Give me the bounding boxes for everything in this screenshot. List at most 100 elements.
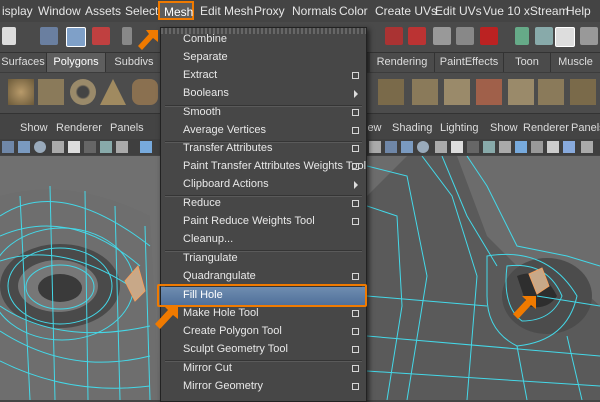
select-object-icon[interactable] bbox=[66, 27, 86, 47]
arrow-to-fill-hole-icon bbox=[155, 306, 178, 329]
snap-to-grid-icon[interactable] bbox=[385, 27, 403, 45]
option-box-icon[interactable] bbox=[352, 145, 359, 152]
render-icon[interactable] bbox=[515, 27, 529, 45]
menu-item-separate[interactable]: Separate bbox=[161, 49, 366, 67]
insert-edge-loop-icon[interactable] bbox=[508, 79, 534, 105]
main-menubar: isplay Window Assets Select Mesh Edit Me… bbox=[0, 0, 600, 23]
menu-item-label: Smooth bbox=[183, 106, 221, 118]
menu-assets[interactable]: Assets bbox=[85, 4, 121, 18]
option-box-icon[interactable] bbox=[352, 200, 359, 207]
merge-vertices-icon[interactable] bbox=[538, 79, 564, 105]
poly-cylinder-icon[interactable] bbox=[132, 79, 158, 105]
menu-item-mirror-geometry[interactable]: Mirror Geometry bbox=[161, 378, 366, 396]
menu-window[interactable]: Window bbox=[38, 4, 81, 18]
option-box-icon[interactable] bbox=[352, 109, 359, 116]
option-box-icon[interactable] bbox=[352, 273, 359, 280]
menu-display[interactable]: isplay bbox=[2, 4, 33, 18]
left-menu-show[interactable]: Show bbox=[20, 122, 48, 134]
menu-item-paint-transfer-attributes[interactable]: Paint Transfer Attributes Weights Tool bbox=[161, 158, 366, 176]
tab-toon[interactable]: Toon bbox=[504, 53, 551, 72]
menu-item-smooth[interactable]: Smooth bbox=[161, 104, 366, 122]
hypershade-icon[interactable] bbox=[580, 27, 598, 45]
left-panel-toolbar-icons[interactable] bbox=[0, 139, 160, 155]
menu-item-label: Average Vertices bbox=[183, 124, 266, 136]
menu-edit-mesh[interactable]: Edit Mesh bbox=[200, 4, 253, 18]
menu-color[interactable]: Color bbox=[339, 4, 368, 18]
option-box-icon[interactable] bbox=[352, 383, 359, 390]
menu-item-sculpt-geometry-tool[interactable]: Sculpt Geometry Tool bbox=[161, 341, 366, 359]
snap-to-plane-icon[interactable] bbox=[456, 27, 474, 45]
save-scene-icon[interactable] bbox=[2, 27, 16, 45]
right-viewport[interactable] bbox=[367, 156, 600, 400]
make-live-icon[interactable] bbox=[480, 27, 498, 45]
snap-to-curve-icon[interactable] bbox=[408, 27, 426, 45]
menu-item-clipboard-actions[interactable]: Clipboard Actions bbox=[161, 176, 366, 194]
menu-item-extract[interactable]: Extract bbox=[161, 67, 366, 85]
right-panel-toolbar-icons[interactable] bbox=[365, 139, 600, 155]
menu-item-make-hole-tool[interactable]: Make Hole Tool bbox=[161, 305, 366, 323]
menu-select[interactable]: Select bbox=[125, 4, 158, 18]
tab-rendering[interactable]: Rendering bbox=[370, 53, 435, 72]
option-box-icon[interactable] bbox=[352, 346, 359, 353]
ipr-render-icon[interactable] bbox=[535, 27, 553, 45]
option-box-icon[interactable] bbox=[352, 72, 359, 79]
menu-item-label: Reduce bbox=[183, 197, 221, 209]
tab-polygons[interactable]: Polygons bbox=[47, 53, 106, 72]
render-settings-icon[interactable] bbox=[555, 27, 575, 47]
poly-torus-icon[interactable] bbox=[70, 79, 96, 105]
select-hierarchy-icon[interactable] bbox=[40, 27, 58, 45]
bridge-icon[interactable] bbox=[412, 79, 438, 105]
right-menu-renderer[interactable]: Renderer bbox=[523, 122, 569, 134]
menu-vue-xstream[interactable]: Vue 10 xStream bbox=[483, 4, 569, 18]
submenu-arrow-icon bbox=[354, 181, 358, 189]
menu-item-average-vertices[interactable]: Average Vertices bbox=[161, 122, 366, 140]
menu-item-label: Paint Transfer Attributes Weights Tool bbox=[183, 160, 367, 172]
menu-proxy[interactable]: Proxy bbox=[254, 4, 285, 18]
tab-surfaces[interactable]: Surfaces bbox=[0, 53, 47, 72]
poly-cube-icon[interactable] bbox=[38, 79, 64, 105]
menu-item-paint-reduce-weights[interactable]: Paint Reduce Weights Tool bbox=[161, 213, 366, 231]
menu-item-triangulate[interactable]: Triangulate bbox=[161, 250, 366, 268]
menu-item-mirror-cut[interactable]: Mirror Cut bbox=[161, 360, 366, 378]
menu-help[interactable]: Help bbox=[566, 4, 591, 18]
right-menu-view[interactable]: iew bbox=[365, 122, 382, 134]
menu-item-label: Create Polygon Tool bbox=[183, 325, 282, 337]
left-viewport[interactable] bbox=[0, 156, 160, 400]
option-box-icon[interactable] bbox=[352, 127, 359, 134]
tab-painteffects[interactable]: PaintEffects bbox=[435, 53, 504, 72]
poly-cone-icon[interactable] bbox=[100, 79, 126, 105]
extrude-icon[interactable] bbox=[378, 79, 404, 105]
menu-mesh-label: Mesh bbox=[164, 5, 194, 19]
split-polygon-icon[interactable] bbox=[476, 79, 502, 105]
menu-normals[interactable]: Normals bbox=[292, 4, 337, 18]
tab-subdivs[interactable]: Subdivs bbox=[106, 53, 163, 72]
option-box-icon[interactable] bbox=[352, 365, 359, 372]
select-component-icon[interactable] bbox=[92, 27, 110, 45]
menu-item-transfer-attributes[interactable]: Transfer Attributes bbox=[161, 140, 366, 158]
menu-mesh[interactable]: Mesh bbox=[158, 1, 194, 20]
snap-to-point-icon[interactable] bbox=[433, 27, 451, 45]
menu-item-cleanup[interactable]: Cleanup... bbox=[161, 231, 366, 249]
right-menu-shading[interactable]: Shading bbox=[392, 122, 432, 134]
bevel-icon[interactable] bbox=[444, 79, 470, 105]
menu-create-uvs[interactable]: Create UVs bbox=[375, 4, 437, 18]
append-polygon-icon[interactable] bbox=[570, 79, 596, 105]
option-box-icon[interactable] bbox=[352, 310, 359, 317]
left-menu-renderer[interactable]: Renderer bbox=[56, 122, 102, 134]
menu-item-combine[interactable]: Combine bbox=[161, 31, 366, 49]
right-menu-show[interactable]: Show bbox=[490, 122, 518, 134]
right-menu-lighting[interactable]: Lighting bbox=[440, 122, 479, 134]
menu-item-create-polygon-tool[interactable]: Create Polygon Tool bbox=[161, 323, 366, 341]
menu-item-reduce[interactable]: Reduce bbox=[161, 195, 366, 213]
tab-muscle[interactable]: Muscle bbox=[551, 53, 600, 72]
lock-selection-icon[interactable] bbox=[122, 27, 132, 45]
left-menu-panels[interactable]: Panels bbox=[110, 122, 144, 134]
menu-item-label: Cleanup... bbox=[183, 233, 234, 245]
option-box-icon[interactable] bbox=[352, 328, 359, 335]
menu-item-booleans[interactable]: Booleans bbox=[161, 85, 366, 103]
option-box-icon[interactable] bbox=[352, 218, 359, 225]
poly-sphere-icon[interactable] bbox=[8, 79, 34, 105]
menu-edit-uvs[interactable]: Edit UVs bbox=[435, 4, 482, 18]
right-menu-panels[interactable]: Panels bbox=[571, 122, 600, 134]
option-box-icon[interactable] bbox=[352, 163, 359, 170]
